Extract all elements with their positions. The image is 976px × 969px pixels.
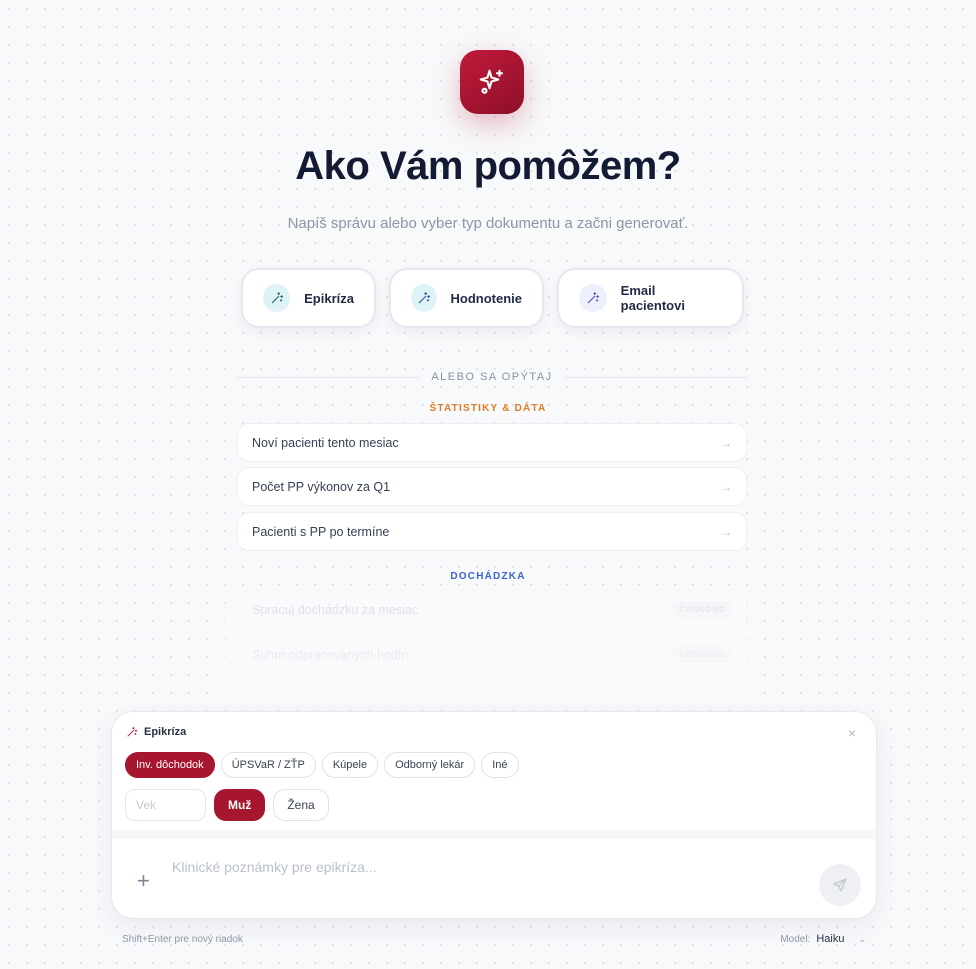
question-text: Noví pacienti tento mesiac [252,435,399,450]
question-text: Spracuj dochádzku za mesiac [252,602,419,617]
divider-line [237,376,420,378]
category-chips: Inv. dôchodok ÚPSVaR / ZŤP Kúpele Odborn… [125,752,519,778]
composer-panel: Epikríza × Inv. dôchodok ÚPSVaR / ZŤP Kú… [111,711,877,919]
send-button[interactable] [819,864,861,906]
question-text: Pacienti s PP po termíne [252,524,390,539]
sparkles-icon [479,69,504,94]
section-label-stats: ŠTATISTIKY & DÁTA [429,403,547,414]
arrow-right-icon: → [720,479,732,494]
page-subtitle: Napíš správu alebo vyber typ dokumentu a… [287,215,689,232]
composer-separator [112,830,876,839]
doc-type-label: Email pacientovi [620,283,685,313]
doc-type-button-email[interactable]: Email pacientovi [557,268,744,328]
doc-type-label: Hodnotenie [450,290,523,306]
suggested-question-disabled: Spracuj dochádzku za mesiac ČOSKORO [237,590,747,629]
category-chip-odborny-lekar[interactable]: Odborný lekár [384,752,476,778]
age-input[interactable] [125,789,206,821]
composer-doc-type-label: Epikríza [144,726,187,738]
add-attachment-icon[interactable]: + [137,870,150,892]
patient-info-row: Muž Žena [125,789,329,821]
suggested-question[interactable]: Pacienti s PP po termíne → [237,512,747,551]
doc-type-button-hodnotenie[interactable]: Hodnotenie [389,268,544,328]
category-chip-ine[interactable]: Iné [481,752,519,778]
keyboard-hint: Shift+Enter pre nový riadok [122,934,243,945]
coming-soon-badge: ČOSKORO [673,647,732,662]
chevron-down-icon: ⌄ [858,933,866,944]
send-icon [833,878,847,892]
suggested-question[interactable]: Počet PP výkonov za Q1 → [237,467,747,506]
composer-doc-type: Epikríza [126,726,186,738]
clinical-notes-input[interactable] [172,859,772,875]
section-label-attendance: DOCHÁDZKA [450,571,526,582]
magic-wand-icon [127,727,138,737]
app-logo [460,50,524,114]
model-selector[interactable]: Model: Haiku ⌄ [780,933,866,945]
gender-button-male[interactable]: Muž [214,789,266,821]
or-ask-divider: ALEBO SA OPÝTAJ [237,367,747,387]
magic-wand-icon [579,284,607,312]
category-chip-inv-dochodok[interactable]: Inv. dôchodok [125,752,215,778]
model-label: Model: [780,933,811,945]
coming-soon-badge: ČOSKORO [673,602,732,617]
doc-type-button-epikriza[interactable]: Epikríza [241,268,376,328]
magic-wand-icon [263,284,291,312]
category-chip-upsvar[interactable]: ÚPSVaR / ZŤP [220,752,316,778]
arrow-right-icon: → [720,524,732,539]
suggested-question[interactable]: Noví pacienti tento mesiac → [237,423,747,462]
suggested-question-disabled: Suhrn odpracovaných hodín ČOSKORO [237,635,747,674]
doc-type-buttons: Epikríza Hodnotenie Email pacientovi [241,268,744,328]
category-chip-kupele[interactable]: Kúpele [321,752,379,778]
divider-line [564,376,747,378]
question-text: Počet PP výkonov za Q1 [252,479,391,494]
arrow-right-icon: → [720,435,732,450]
magic-wand-icon [411,284,437,312]
doc-type-label: Epikríza [304,290,354,306]
divider-text: ALEBO SA OPÝTAJ [431,371,553,383]
page-title: Ako Vám pomôžem? [295,144,681,188]
model-value: Haiku [816,933,845,945]
close-icon[interactable]: × [848,725,856,741]
question-text: Suhrn odpracovaných hodín [252,647,409,662]
gender-button-female[interactable]: Žena [273,789,329,821]
